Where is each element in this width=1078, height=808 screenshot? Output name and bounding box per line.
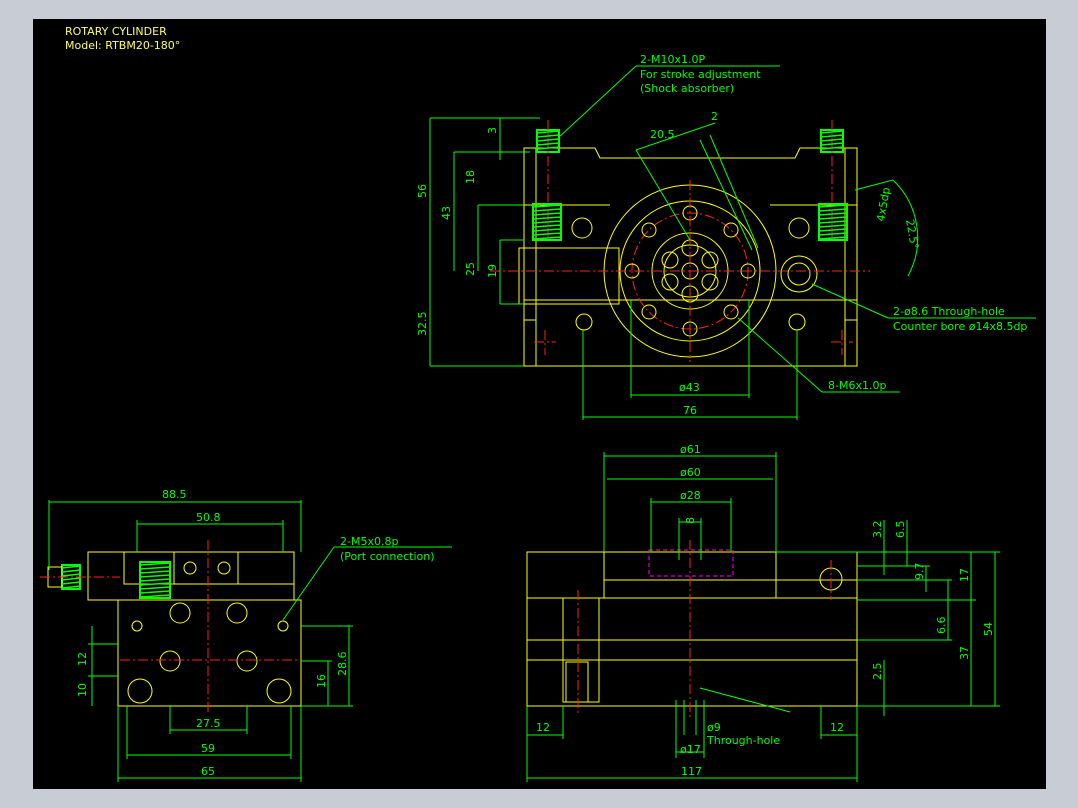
- dim-117: 117: [681, 765, 702, 778]
- dim-59: 59: [201, 742, 215, 755]
- dim-12: 12: [76, 652, 89, 666]
- dim-18: 18: [464, 170, 477, 184]
- dim-12a: 12: [536, 721, 550, 734]
- cad-drawing: ROTARY CYLINDER Model: RTBM20-180° 56 43…: [0, 0, 1078, 808]
- dim-76: 76: [683, 404, 697, 417]
- dim-50-8: 50.8: [196, 511, 221, 524]
- dim-20-5: 20.5: [650, 128, 675, 141]
- dim-37: 37: [958, 646, 971, 660]
- through-hole-label: Through-hole: [706, 734, 780, 747]
- callout-side-1: 2-M5x0.8p: [340, 535, 398, 548]
- dim-10: 10: [76, 683, 89, 697]
- title-line1: ROTARY CYLINDER: [65, 25, 167, 38]
- callout-hole-1: 2-ø8.6 Through-hole: [893, 305, 1005, 318]
- dim-6-5: 6.5: [894, 521, 907, 539]
- dim-8: 8: [684, 517, 697, 524]
- callout-port-3: (Shock absorber): [640, 82, 734, 95]
- callout-port-1: 2-M10x1.0P: [640, 53, 705, 66]
- dim-56: 56: [416, 184, 429, 198]
- dim-54: 54: [982, 622, 995, 636]
- dim-phi28: ø28: [680, 489, 701, 502]
- callout-port-2: For stroke adjustment: [640, 68, 761, 81]
- dim-9-7: 9.7: [913, 563, 926, 581]
- dim-6-6: 6.6: [935, 617, 948, 635]
- dim-16: 16: [315, 674, 328, 688]
- drawing-area: [33, 19, 1046, 789]
- dim-3-2: 3.2: [871, 521, 884, 539]
- dim-19: 19: [486, 264, 499, 278]
- dim-65: 65: [201, 765, 215, 778]
- dim-88-5: 88.5: [162, 488, 187, 501]
- dim-43: 43: [440, 206, 453, 220]
- callout-hole-2: Counter bore ø14x8.5dp: [893, 320, 1027, 333]
- dim-32-5: 32.5: [416, 312, 429, 337]
- dim-phi60: ø60: [680, 466, 701, 479]
- dim-phi43: ø43: [679, 381, 700, 394]
- title-line2: Model: RTBM20-180°: [65, 39, 180, 52]
- dim-12b: 12: [830, 721, 844, 734]
- dim-3: 3: [486, 127, 499, 134]
- dim-28-6: 28.6: [336, 652, 349, 677]
- dim-17: 17: [958, 568, 971, 582]
- dim-phi61: ø61: [680, 443, 701, 456]
- callout-side-2: (Port connection): [340, 550, 435, 563]
- callout-tap: 8-M6x1.0p: [828, 379, 886, 392]
- dim-phi9: ø9: [707, 721, 721, 734]
- dim-phi17: ø17: [680, 743, 701, 756]
- dim-27-5: 27.5: [196, 717, 221, 730]
- dim-2: 2: [711, 110, 718, 123]
- dim-2-5: 2.5: [871, 663, 884, 681]
- dim-25: 25: [464, 262, 477, 276]
